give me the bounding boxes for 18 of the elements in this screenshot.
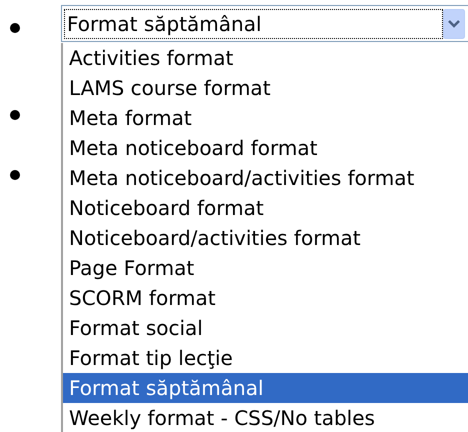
dropdown-option[interactable]: Format tip lecţie (63, 343, 468, 373)
dropdown-option[interactable]: Meta noticeboard/activities format (63, 163, 468, 193)
bullet-icon (10, 110, 20, 120)
dropdown-option[interactable]: SCORM format (63, 283, 468, 313)
dropdown-option[interactable]: Format săptămânal (63, 373, 468, 403)
dropdown-option[interactable]: Weekly format - CSS/No tables (63, 403, 468, 432)
dropdown-option[interactable]: LAMS course format (63, 73, 468, 103)
dropdown-option[interactable]: Meta noticeboard format (63, 133, 468, 163)
dropdown-option[interactable]: Activities format (63, 43, 468, 73)
bullet-icon (10, 170, 20, 180)
dropdown-option[interactable]: Page Format (63, 253, 468, 283)
dropdown-option[interactable]: Noticeboard/activities format (63, 223, 468, 253)
chevron-down-icon[interactable] (443, 8, 465, 38)
dropdown-option[interactable]: Noticeboard format (63, 193, 468, 223)
format-dropdown[interactable]: Format săptămânal (61, 5, 468, 42)
dropdown-option[interactable]: Format social (63, 313, 468, 343)
bullet-icon (10, 23, 20, 33)
dropdown-option[interactable]: Meta format (63, 103, 468, 133)
